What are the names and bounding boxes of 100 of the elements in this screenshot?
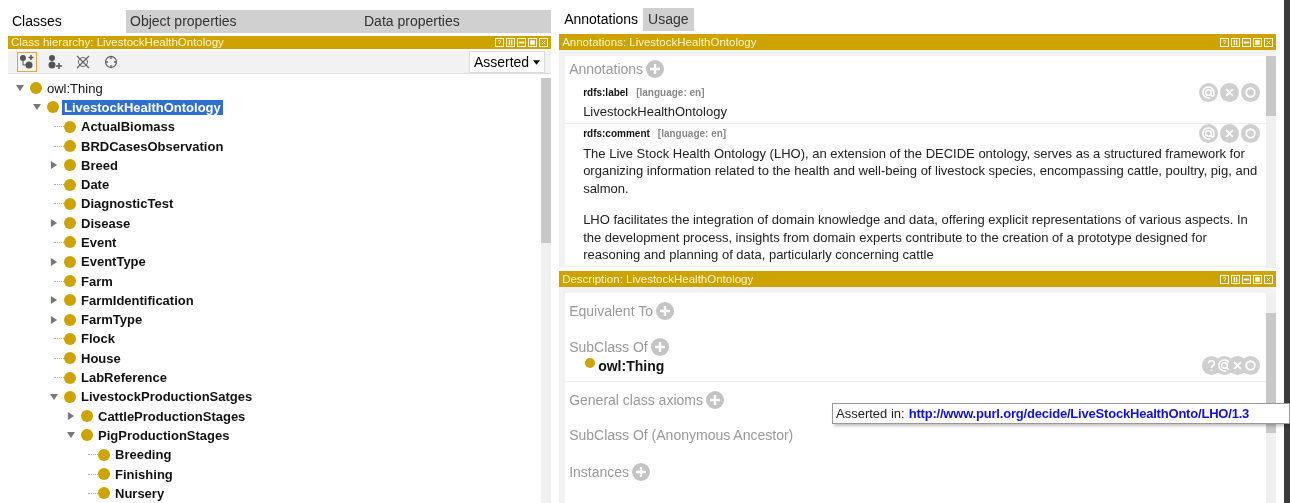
section-title: Instances [569, 464, 630, 480]
class-tree-item[interactable]: BRDCasesObservation [79, 138, 226, 154]
minimize-icon[interactable] [517, 37, 527, 47]
class-tree-item[interactable]: Finishing [113, 466, 175, 482]
annotation-text: The Live Stock Health Ontology (LHO), an extension of the DECIDE ontology, serves as a structured framework for organizing information related to the health and well-being of livestock species, encompassing cattle, poultry, pig, and salmon. [583, 144, 1259, 197]
maximize-icon[interactable] [1253, 37, 1262, 47]
class-dot-icon [30, 82, 42, 95]
class-tree-item[interactable]: DiagnosticTest [79, 196, 176, 212]
class-tree-item[interactable]: LabReference [79, 370, 169, 386]
class-dot-icon [64, 294, 76, 307]
scrollbar[interactable] [541, 78, 552, 503]
expand-arrow-icon[interactable] [67, 412, 75, 421]
help-icon[interactable] [1220, 274, 1229, 284]
expand-arrow-icon[interactable] [50, 315, 58, 324]
add-icon[interactable] [705, 391, 724, 409]
expand-arrow-icon[interactable] [50, 219, 58, 228]
edit-icon[interactable] [1241, 124, 1260, 143]
class-tree-item[interactable]: Nursery [113, 485, 167, 501]
caret-icon [533, 59, 541, 65]
class-dot-icon [585, 358, 596, 368]
close-icon[interactable] [539, 37, 549, 47]
class-tree-item[interactable]: Disease [79, 215, 133, 231]
superclass-item[interactable]: owl:Thing [598, 357, 665, 374]
help-icon[interactable] [1220, 37, 1229, 47]
collapse-arrow-icon[interactable] [50, 392, 58, 401]
class-dot-icon [81, 429, 93, 442]
tab[interactable]: Usage [643, 8, 694, 31]
language-tag: [language: en] [657, 128, 727, 139]
class-dot-icon [64, 159, 76, 172]
class-dot-icon [64, 255, 76, 268]
expand-arrow-icon[interactable] [50, 161, 58, 170]
annotation-property: rdfs:comment [583, 128, 650, 139]
edit-icon[interactable] [1241, 82, 1260, 102]
expand-arrow-icon[interactable] [50, 296, 58, 305]
add-icon[interactable] [632, 463, 651, 481]
ontology-link[interactable]: http://www.purl.org/decide/LiveStockHealthOnto/LHO/1.3 [908, 406, 1250, 421]
class-tree-item[interactable]: LivestockProductionSatges [79, 389, 255, 405]
help-icon[interactable] [495, 37, 505, 47]
class-dot-icon [64, 120, 76, 133]
class-dot-icon [64, 197, 76, 210]
section-title: SubClass Of [569, 339, 648, 355]
section-title: General class axioms [569, 392, 703, 408]
section-title: Equivalent To [569, 303, 653, 319]
class-tree-item[interactable]: Breeding [113, 447, 174, 463]
annotation-text: LivestockHealthOntology [583, 103, 728, 121]
class-tree-item[interactable]: FarmType [79, 312, 145, 328]
class-dot-icon [64, 390, 76, 403]
panel-title: Class hierarchy: LivestockHealthOntology [11, 36, 224, 49]
maximize-icon[interactable] [1253, 274, 1262, 284]
class-tree-item[interactable]: CattleProductionStages [96, 408, 248, 424]
class-tree-item[interactable]: owl:Thing [45, 80, 105, 96]
class-dot-icon [64, 217, 76, 230]
split-icon[interactable] [1231, 274, 1240, 284]
minimize-icon[interactable] [1242, 37, 1251, 47]
class-tree-item[interactable]: PigProductionStages [96, 427, 232, 443]
class-dot-icon [98, 468, 110, 481]
add-sibling-icon[interactable] [46, 53, 64, 72]
mode-dropdown[interactable]: Asserted [468, 51, 546, 74]
collapse-arrow-icon[interactable] [16, 84, 24, 93]
maximize-icon[interactable] [528, 37, 538, 47]
split-icon[interactable] [1231, 37, 1240, 47]
collapse-arrow-icon[interactable] [67, 431, 75, 440]
expand-arrow-icon[interactable] [50, 257, 58, 266]
annotate-icon[interactable] [1199, 82, 1218, 102]
class-tree-item[interactable]: LivestockHealthOntology [62, 99, 223, 115]
class-tree-item[interactable]: FarmIdentification [79, 292, 196, 308]
class-tree-item[interactable]: ActualBiomass [79, 119, 177, 135]
class-tree-item[interactable]: House [79, 350, 123, 366]
collapse-arrow-icon[interactable] [33, 103, 41, 112]
annotation-property: rdfs:label [583, 86, 629, 98]
minimize-icon[interactable] [1242, 274, 1251, 284]
section-title: Annotations [569, 61, 644, 77]
tab[interactable]: Classes [8, 10, 126, 33]
annotate-icon[interactable] [1199, 124, 1218, 143]
language-tag: [language: en] [636, 86, 705, 98]
split-icon[interactable] [506, 37, 516, 47]
class-dot-icon [64, 313, 76, 326]
class-tree-item[interactable]: Flock [79, 331, 117, 347]
class-tree-item[interactable]: Breed [79, 157, 120, 173]
panel-title: Description: LivestockHealthOntology [562, 273, 754, 285]
tooltip-label: Asserted in: [836, 406, 905, 421]
add-icon[interactable] [655, 302, 674, 320]
class-dot-icon [98, 448, 110, 461]
add-subclass-icon[interactable] [18, 53, 36, 72]
class-dot-icon [64, 352, 76, 365]
class-dot-icon [81, 410, 93, 423]
class-dot-icon [64, 178, 76, 191]
class-dot-icon [64, 275, 76, 288]
class-dot-icon [64, 236, 76, 249]
class-tree-item[interactable]: Event [79, 235, 119, 250]
add-icon[interactable] [646, 60, 665, 78]
edit-icon[interactable] [1241, 356, 1260, 375]
class-tree-item[interactable]: EventType [79, 254, 148, 270]
add-icon[interactable] [650, 338, 669, 356]
class-dot-icon [98, 487, 110, 500]
close-icon[interactable] [1264, 274, 1273, 284]
class-tree-item[interactable]: Farm [79, 273, 115, 289]
close-icon[interactable] [1264, 37, 1273, 47]
class-tree-item[interactable]: Date [79, 177, 112, 193]
class-dot-icon [64, 332, 76, 345]
